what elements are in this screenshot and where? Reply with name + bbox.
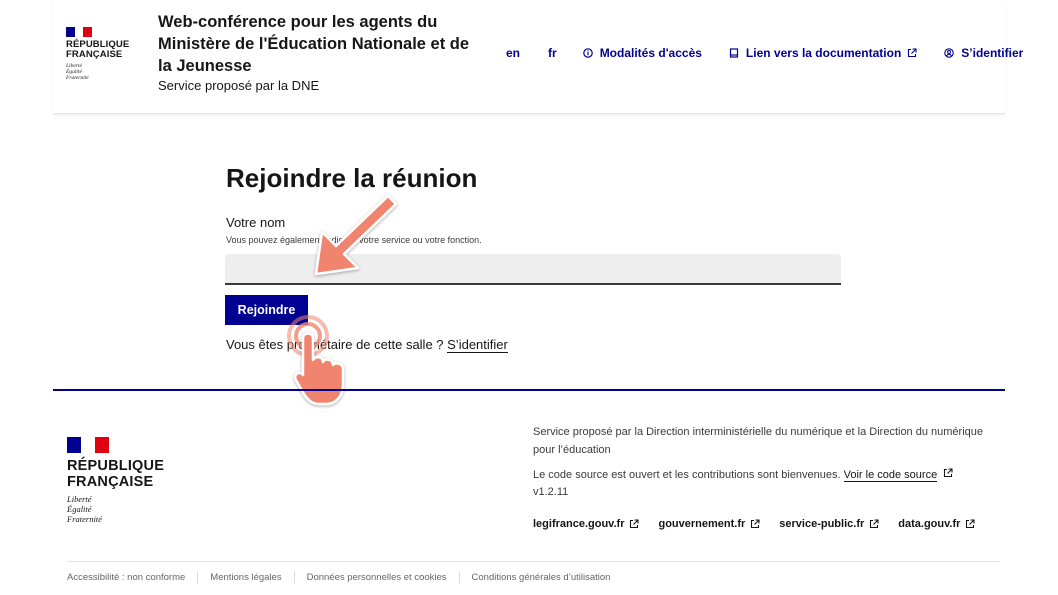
logo-motto: Liberté Égalité Fraternité [66, 63, 136, 81]
footer-description: Service proposé par la Direction intermi… [533, 423, 983, 484]
join-button[interactable]: Rejoindre [225, 295, 308, 325]
site-header: RÉPUBLIQUE FRANÇAISE Liberté Égalité Fra… [53, 0, 1023, 114]
terms-link[interactable]: Conditions générales d’utilisation [458, 571, 623, 584]
owner-login-link[interactable]: S’identifier [447, 337, 508, 353]
footer-marianne-flag-icon [67, 437, 109, 453]
external-link-icon [750, 519, 760, 529]
tap-hand-icon [287, 315, 345, 406]
footer-republique-francaise-logo[interactable]: RÉPUBLIQUE FRANÇAISE Liberté Égalité Fra… [67, 437, 187, 524]
user-icon [944, 48, 955, 58]
owner-line: Vous êtes propriétaire de cette salle ? … [226, 337, 508, 353]
footer-logo-republique: RÉPUBLIQUE [67, 458, 165, 474]
name-input[interactable] [225, 254, 841, 285]
header-tools: en fr Modalités d'accès Lien vers la doc… [506, 46, 1023, 60]
service-public-label: service-public.fr [779, 518, 865, 530]
access-modalities-link[interactable]: Modalités d'accès [582, 46, 702, 60]
motto-fraternite: Fraternité [66, 75, 89, 81]
footer-motto-egalite: Égalité [67, 504, 92, 514]
name-field-label: Votre nom [226, 215, 286, 230]
external-link-icon [629, 519, 640, 529]
lang-en-link[interactable]: en [506, 46, 520, 60]
access-modalities-label: Modalités d'accès [599, 46, 702, 60]
footer-source-paragraph: Le code source est ouvert et les contrib… [533, 466, 983, 484]
owner-question: Vous êtes propriétaire de cette salle ? [226, 337, 448, 352]
site-tagline: Service proposé par la DNE [158, 78, 320, 93]
footer-source-text: Le code source est ouvert et les contrib… [533, 469, 844, 481]
login-label: S’identifier [961, 46, 1024, 60]
legal-notice-link[interactable]: Mentions légales [197, 571, 293, 584]
data-gouv-link[interactable]: data.gouv.fr [898, 518, 975, 530]
marianne-flag-icon [66, 27, 93, 37]
footer-motto-liberte: Liberté [67, 494, 92, 504]
gouvernement-label: gouvernement.fr [658, 518, 746, 530]
page-title: Rejoindre la réunion [226, 163, 478, 193]
external-link-icon [907, 48, 917, 58]
info-icon [582, 48, 593, 58]
service-public-link[interactable]: service-public.fr [779, 518, 879, 530]
accessibility-link[interactable]: Accessibilité : non conforme [67, 571, 197, 584]
site-title[interactable]: Web-conférence pour les agents du Minist… [158, 11, 478, 77]
privacy-link[interactable]: Données personnelles et cookies [293, 571, 459, 584]
footer-bottom-rule [67, 561, 1000, 562]
source-code-link[interactable]: Voir le code source [843, 469, 938, 482]
legifrance-label: legifrance.gouv.fr [533, 518, 625, 530]
source-external-link-icon [943, 466, 953, 478]
footer-motto-fraternite: Fraternité [67, 514, 102, 524]
app-version: v1.2.11 [533, 486, 569, 498]
login-link[interactable]: S’identifier [944, 46, 1023, 60]
documentation-label: Lien vers la documentation [745, 46, 902, 60]
source-code-label: Voir le code source [843, 469, 938, 481]
external-link-icon [869, 519, 879, 529]
legifrance-link[interactable]: legifrance.gouv.fr [533, 518, 640, 530]
data-gouv-label: data.gouv.fr [898, 518, 961, 530]
logo-francaise: FRANÇAISE [66, 49, 123, 60]
external-link-icon [965, 519, 975, 529]
footer-logo-motto: Liberté Égalité Fraternité [67, 494, 187, 524]
documentation-link[interactable]: Lien vers la documentation [729, 46, 917, 60]
name-field-hint: Vous pouvez également indiquer votre ser… [226, 235, 482, 245]
footer-logo-francaise: FRANÇAISE [67, 474, 154, 490]
gouvernement-link[interactable]: gouvernement.fr [658, 518, 760, 530]
republique-francaise-logo[interactable]: RÉPUBLIQUE FRANÇAISE Liberté Égalité Fra… [66, 27, 136, 81]
footer-links: legifrance.gouv.fr gouvernement.fr servi… [533, 518, 975, 530]
footer-top-rule [53, 389, 1005, 391]
lang-fr-link[interactable]: fr [548, 46, 557, 60]
footer-bottom-links: Accessibilité : non conforme Mentions lé… [67, 571, 622, 584]
book-icon [729, 48, 739, 58]
footer-service-text: Service proposé par la Direction intermi… [533, 426, 984, 456]
